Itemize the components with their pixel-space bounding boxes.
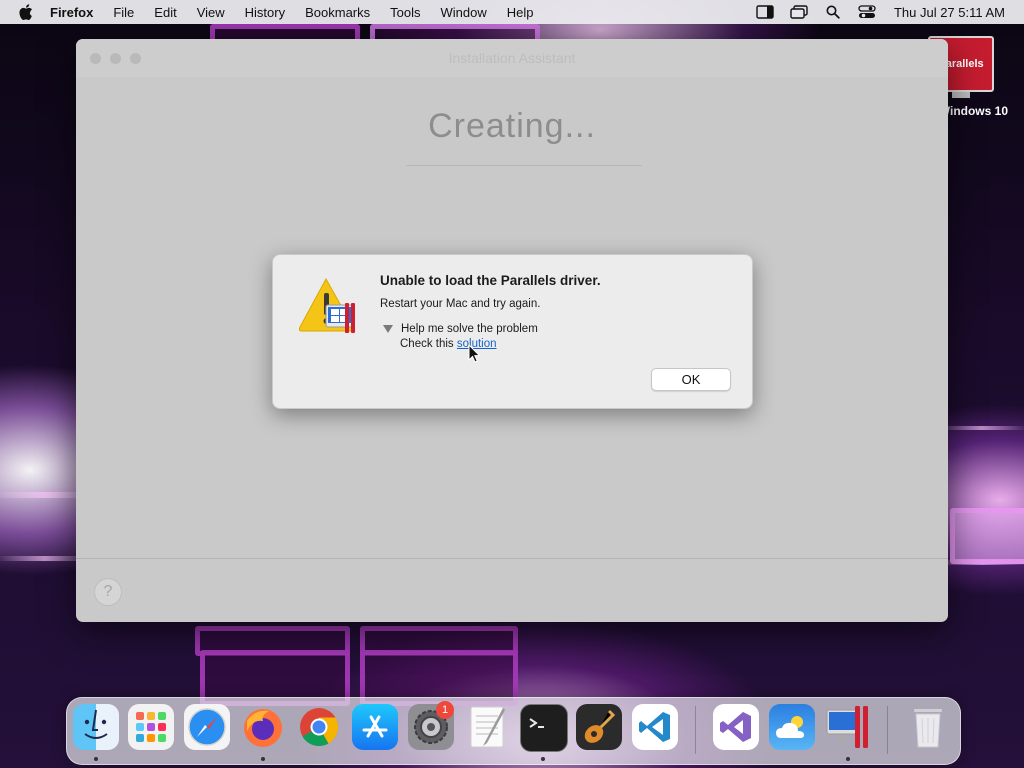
dock xyxy=(66,697,961,765)
menu-help[interactable]: Help xyxy=(507,5,534,20)
window-icon[interactable] xyxy=(788,3,810,21)
status-heading: Creating... xyxy=(428,107,596,145)
disclosure-triangle-icon[interactable] xyxy=(383,325,393,333)
dock-textedit-icon[interactable] xyxy=(464,704,510,750)
menu-tools[interactable]: Tools xyxy=(390,5,420,20)
dock-finder-icon[interactable] xyxy=(73,704,119,750)
dock-parallels-icon[interactable] xyxy=(825,704,871,750)
disclosure-label: Help me solve the problem xyxy=(401,323,538,335)
mouse-cursor-icon xyxy=(468,343,482,364)
dock-garageband-icon[interactable] xyxy=(576,704,622,750)
apple-menu-icon[interactable] xyxy=(16,2,36,22)
menu-clock[interactable]: Thu Jul 27 5:11 AM xyxy=(894,5,1005,20)
alert-title: Unable to load the Parallels driver. xyxy=(380,273,601,288)
dock-visual-studio-icon[interactable] xyxy=(713,704,759,750)
dock-launchpad-icon[interactable] xyxy=(128,704,174,750)
ok-button[interactable]: OK xyxy=(651,368,731,391)
dock-app-store-icon[interactable] xyxy=(352,704,398,750)
menu-view[interactable]: View xyxy=(197,5,225,20)
desktop-icon-label: Windows 10 xyxy=(946,104,1008,118)
menu-bookmarks[interactable]: Bookmarks xyxy=(305,5,370,20)
system-preferences-badge: 1 xyxy=(436,701,454,719)
menu-bar: Firefox File Edit View History Bookmarks… xyxy=(0,0,1024,24)
footer-divider xyxy=(76,558,948,559)
alert-message: Restart your Mac and try again. xyxy=(380,298,541,310)
menu-edit[interactable]: Edit xyxy=(154,5,176,20)
help-button[interactable]: ? xyxy=(94,578,122,606)
help-disclosure-toggle[interactable]: Help me solve the problem xyxy=(383,323,538,335)
dock-chrome-icon[interactable] xyxy=(296,704,342,750)
window-title: Installation Assistant xyxy=(448,50,576,66)
solution-prefix: Check this xyxy=(400,338,457,350)
menu-file[interactable]: File xyxy=(113,5,134,20)
search-icon[interactable] xyxy=(822,3,844,21)
warning-parallels-icon xyxy=(297,277,361,337)
control-center-icon[interactable] xyxy=(856,3,878,21)
error-alert-dialog: Unable to load the Parallels driver. Res… xyxy=(272,254,753,409)
dock-vscode-icon[interactable] xyxy=(632,704,678,750)
dock-safari-icon[interactable] xyxy=(184,704,230,750)
sidebar-icon[interactable] xyxy=(754,3,776,21)
dock-terminal-icon[interactable] xyxy=(520,704,568,752)
dock-weather-icon[interactable] xyxy=(769,704,815,750)
menu-window[interactable]: Window xyxy=(441,5,487,20)
dock-firefox-icon[interactable] xyxy=(240,704,286,750)
menu-history[interactable]: History xyxy=(245,5,285,20)
window-titlebar: Installation Assistant xyxy=(76,39,948,77)
menu-app-firefox[interactable]: Firefox xyxy=(50,5,93,20)
dock-trash-icon[interactable] xyxy=(905,704,951,750)
solution-text: Check this solution xyxy=(400,338,497,350)
progress-divider xyxy=(406,165,642,166)
